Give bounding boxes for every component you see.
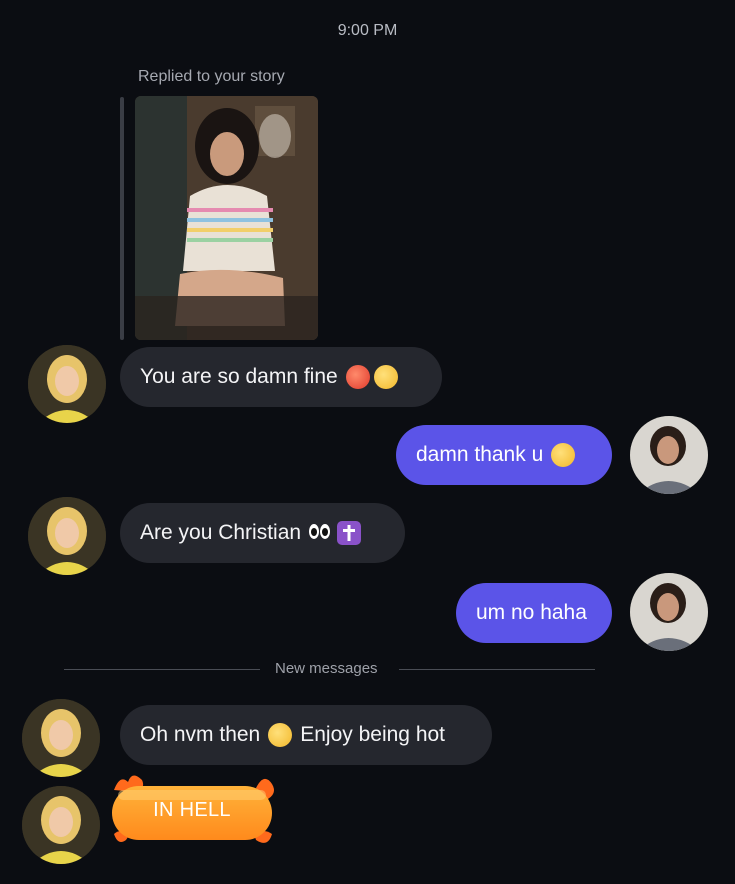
hot-face-emoji	[345, 365, 370, 389]
loudly-crying-face-emoji	[551, 443, 576, 467]
fire-effect-message-bubble[interactable]: IN HELL	[106, 768, 278, 844]
message-text: um no haha	[476, 601, 587, 624]
dark-hair-person-avatar-image	[630, 573, 708, 651]
my-avatar[interactable]	[630, 573, 708, 651]
message-bubble-incoming[interactable]: You are so damn fine	[120, 347, 442, 407]
sender-avatar[interactable]	[28, 497, 106, 575]
blonde-person-avatar-image	[22, 699, 100, 777]
message-text: IN HELL	[153, 799, 231, 821]
blonde-person-avatar-image	[22, 786, 100, 864]
story-photo	[135, 96, 318, 340]
message-bubble-outgoing[interactable]: damn thank u	[396, 425, 612, 485]
tears-of-joy-emoji	[268, 723, 293, 747]
message-text: Are you Christian	[140, 521, 302, 544]
dark-hair-person-avatar-image	[630, 416, 708, 494]
weary-face-emoji	[373, 365, 398, 389]
divider-line-right	[399, 669, 595, 670]
story-reply-indicator	[120, 97, 124, 340]
message-text: damn thank u	[416, 443, 544, 466]
message-bubble-incoming[interactable]: Oh nvm then Enjoy being hot	[120, 705, 492, 765]
sender-avatar[interactable]	[22, 699, 100, 777]
sender-avatar[interactable]	[28, 345, 106, 423]
message-bubble-incoming[interactable]: Are you Christian	[120, 503, 405, 563]
latin-cross-emoji	[337, 521, 362, 545]
my-avatar[interactable]	[630, 416, 708, 494]
message-text-continued: Enjoy being hot	[300, 723, 446, 746]
message-timestamp: 9:00 PM	[337, 22, 398, 39]
story-thumbnail[interactable]	[135, 96, 318, 340]
divider-line-left	[64, 669, 260, 670]
sender-avatar[interactable]	[22, 786, 100, 864]
story-reply-label: Replied to your story	[138, 68, 285, 85]
message-bubble-outgoing[interactable]: um no haha	[456, 583, 612, 643]
blonde-person-avatar-image	[28, 497, 106, 575]
blonde-person-avatar-image	[28, 345, 106, 423]
message-text: Oh nvm then	[140, 723, 261, 746]
message-text: You are so damn fine	[140, 365, 338, 388]
eyes-emoji	[309, 521, 331, 545]
new-messages-divider-label: New messages	[275, 660, 378, 677]
